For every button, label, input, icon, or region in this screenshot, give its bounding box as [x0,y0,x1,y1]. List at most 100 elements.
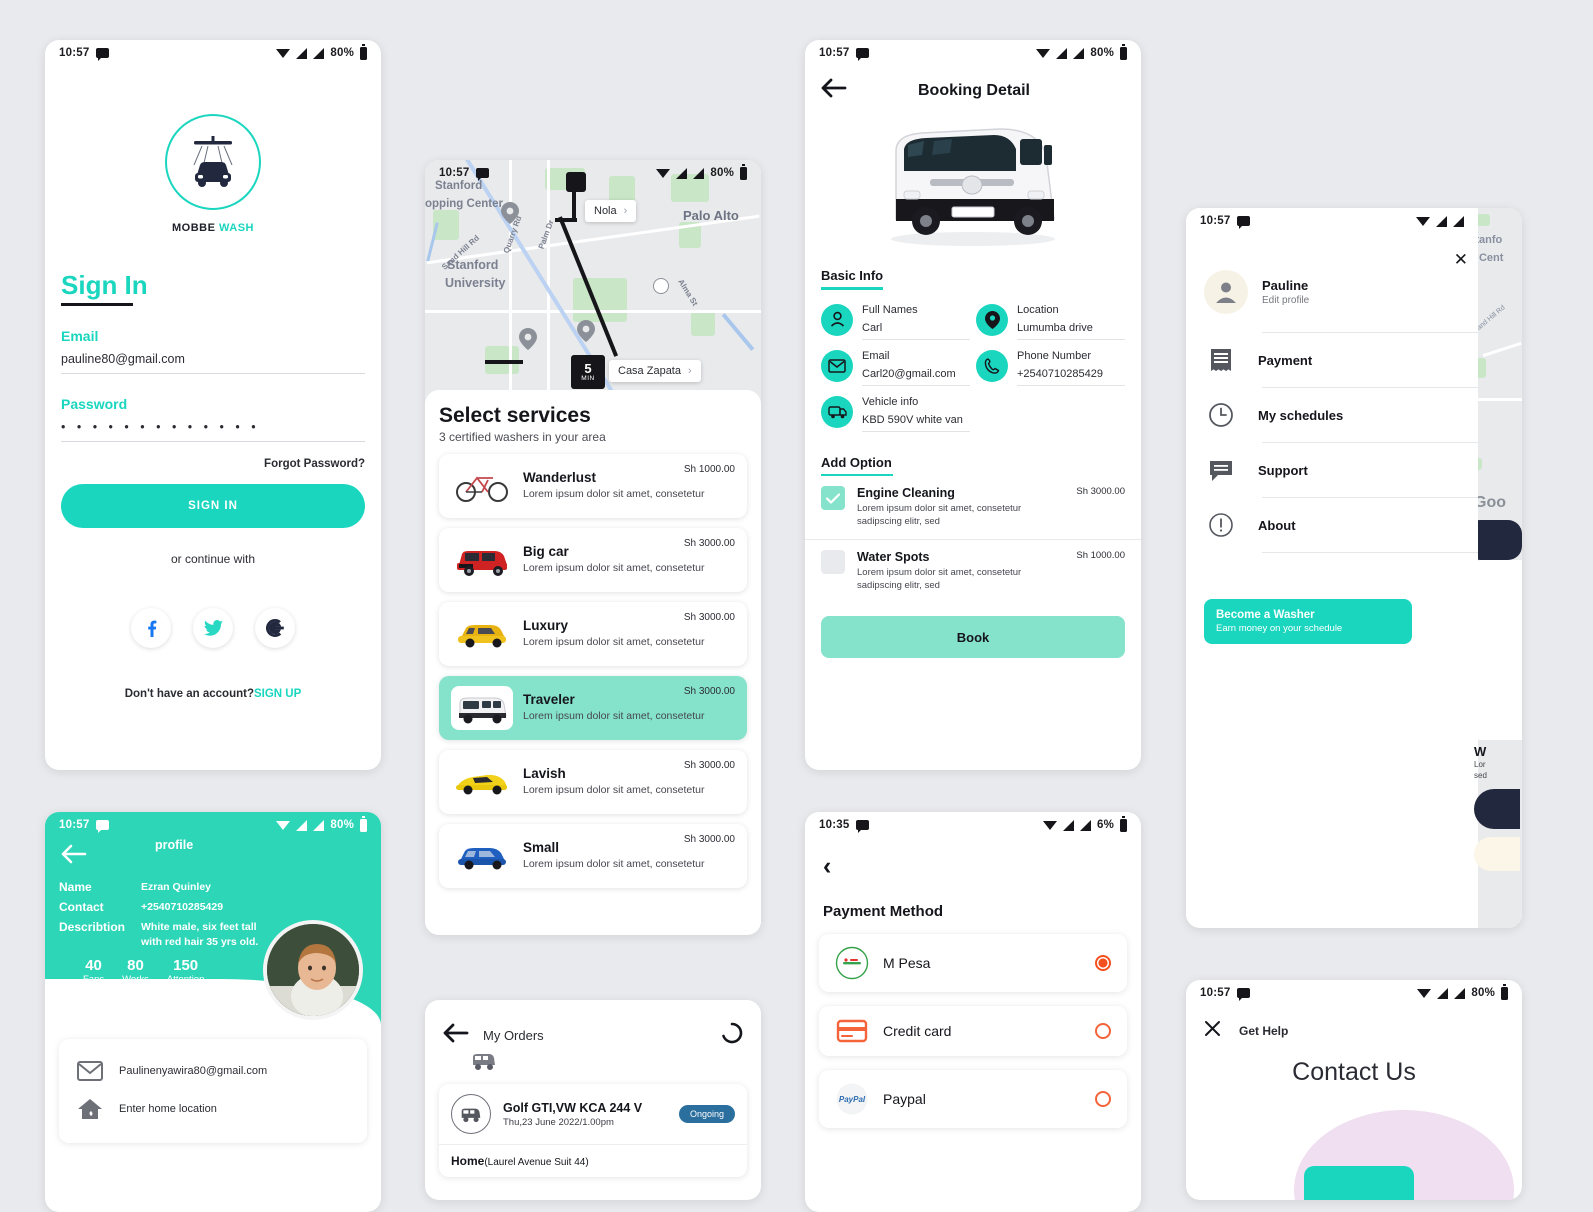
basic-info-section: Basic Info [821,267,1141,290]
map-label: opping Center [425,198,503,210]
wifi-icon [1036,48,1051,58]
map-chip-nola[interactable]: Nola › [585,200,637,222]
payment-name: Paypal [883,1091,926,1107]
phone-icon [976,349,1008,382]
become-a-washer-cta[interactable]: Become a Washer Earn money on your sched… [1204,599,1412,644]
battery-icon [360,44,367,60]
service-item-luxury[interactable]: Luxury Lorem ipsum dolor sit amet, conse… [439,602,747,666]
stat-fans-value: 40 [85,956,102,974]
peek-cream-button[interactable] [1474,837,1520,872]
book-button[interactable]: Book [821,616,1125,659]
back-button[interactable]: ‹ [823,854,1141,879]
chevron-right-icon: › [623,205,628,217]
service-item-wanderlust[interactable]: Wanderlust Lorem ipsum dolor sit amet, c… [439,454,747,518]
checkbox-checked-icon[interactable] [821,486,845,510]
drawer-item-payment[interactable]: Payment [1186,333,1478,387]
cta-subtitle: Earn money on your schedule [1216,623,1343,634]
email-input[interactable]: pauline80@gmail.com [61,352,365,374]
order-place-label: Home [451,1154,485,1168]
map-chip-casa[interactable]: Casa Zapata › [609,360,701,382]
profile-contact-card: Paulinenyawira80@gmail.com Enter home lo… [59,1038,367,1143]
field-vehicle-info: Vehicle info KBD 590V white van [821,395,970,432]
page-title: Contact Us [1292,1058,1416,1086]
drawer-item-about[interactable]: About [1186,498,1478,552]
card-icon [836,1019,868,1043]
option-water-spots[interactable]: Water Spots Lorem ipsum dolor sit amet, … [805,538,1141,603]
back-button[interactable] [443,1023,469,1048]
page-title: Booking Detail [917,81,1030,99]
service-item-traveler[interactable]: Traveler Lorem ipsum dolor sit amet, con… [439,676,747,740]
avatar[interactable] [263,920,363,1020]
status-bar: 10:57 80% [45,40,381,66]
peek-line2: sed [1474,771,1487,781]
map-road [509,160,512,405]
van-icon [821,395,853,428]
back-button[interactable] [61,844,87,870]
sign-in-button[interactable]: SIGN IN [61,484,365,528]
signal-icon-2 [693,167,705,179]
close-icon[interactable] [1204,1020,1221,1042]
receipt-icon [1211,349,1231,371]
map-park [691,310,715,336]
clock-icon [1209,403,1233,427]
service-name: Luxury [523,618,569,634]
brand-logo: MOBBE WASH [45,114,381,234]
radio-unselected[interactable] [1095,1023,1111,1039]
back-button[interactable] [821,78,847,103]
battery-icon [1120,44,1127,60]
close-icon[interactable]: ✕ [1454,250,1468,270]
drawer-edit-profile[interactable]: Edit profile [1262,295,1309,306]
status-bar: 10:57 80% [425,160,761,186]
wifi-icon [1416,216,1430,226]
my-orders-screen: My Orders Golf GTI,VW KCA 244 V Thu,23 J… [425,1000,761,1200]
mpesa-icon [835,946,869,980]
twitter-login-button[interactable] [193,608,233,648]
signal-icon [296,47,308,59]
sign-up-link[interactable]: SIGN UP [254,688,301,700]
email-field-group: Email pauline80@gmail.com [61,328,365,374]
password-input[interactable]: • • • • • • • • • • • • • [61,420,365,442]
service-item-lavish[interactable]: Lavish Lorem ipsum dolor sit amet, conse… [439,750,747,814]
radio-selected[interactable] [1095,955,1111,971]
payment-option-credit-card[interactable]: Credit card [819,1006,1127,1056]
facebook-login-button[interactable] [131,608,171,648]
continue-with-label: or continue with [170,552,256,566]
drawer-user-row[interactable]: Pauline Edit profile [1186,234,1478,314]
drawer-item-support[interactable]: Support [1186,443,1478,497]
paypal-icon: PayPal [836,1083,868,1115]
status-bar: 10:35 6% [805,812,1141,838]
forgot-password-link[interactable]: Forgot Password? [45,458,365,470]
cta-title: Become a Washer [1216,609,1315,621]
message-icon [1237,988,1251,1001]
field-phone: Phone Number +2540710285429 [976,349,1125,386]
profile-name-row: Name Ezran Quinley [59,880,381,894]
field-location: Location Lumumba drive [976,303,1125,340]
battery-percent: 6% [1096,819,1114,831]
peek-dark-button[interactable] [1474,789,1520,830]
checkbox-unchecked-icon[interactable] [821,549,845,574]
service-item-big-car[interactable]: Big car Lorem ipsum dolor sit amet, cons… [439,528,747,592]
brand-secondary: WASH [219,222,254,234]
profile-home-row[interactable]: Enter home location [59,1089,367,1129]
field-value: +2540710285429 [1017,368,1125,386]
payment-name: Credit card [883,1023,952,1039]
status-badge: Ongoing [678,1105,735,1123]
refresh-icon[interactable] [721,1022,743,1049]
service-item-small[interactable]: Small Lorem ipsum dolor sit amet, conset… [439,824,747,888]
battery-percent: 80% [330,819,354,831]
drawer-wrap: Stanfo pping Cent Sand Hill Rd Goo 10:57 [1186,208,1522,928]
service-price: Sh 3000.00 [683,612,735,623]
map-view[interactable]: Stanford opping Center Palo Alto Stanfor… [425,160,761,405]
radio-unselected[interactable] [1095,1091,1111,1107]
option-engine-cleaning[interactable]: Engine Cleaning Lorem ipsum dolor sit am… [805,476,1141,539]
profile-email-row[interactable]: Paulinenyawira80@gmail.com [59,1053,367,1089]
drawer-item-my-schedules[interactable]: My schedules [1186,388,1478,442]
order-card[interactable]: Golf GTI,VW KCA 244 V Thu,23 June 2022/1… [439,1084,747,1177]
service-name: Traveler [523,692,575,708]
google-login-button[interactable] [255,608,295,648]
services-sheet: Select services 3 certified washers in y… [425,390,761,935]
payment-option-mpesa[interactable]: M Pesa [819,934,1127,992]
status-time: 10:57 [59,47,90,59]
payment-option-paypal[interactable]: PayPal Paypal [819,1070,1127,1128]
option-desc: Lorem ipsum dolor sit amet, consetetur s… [857,503,1022,528]
